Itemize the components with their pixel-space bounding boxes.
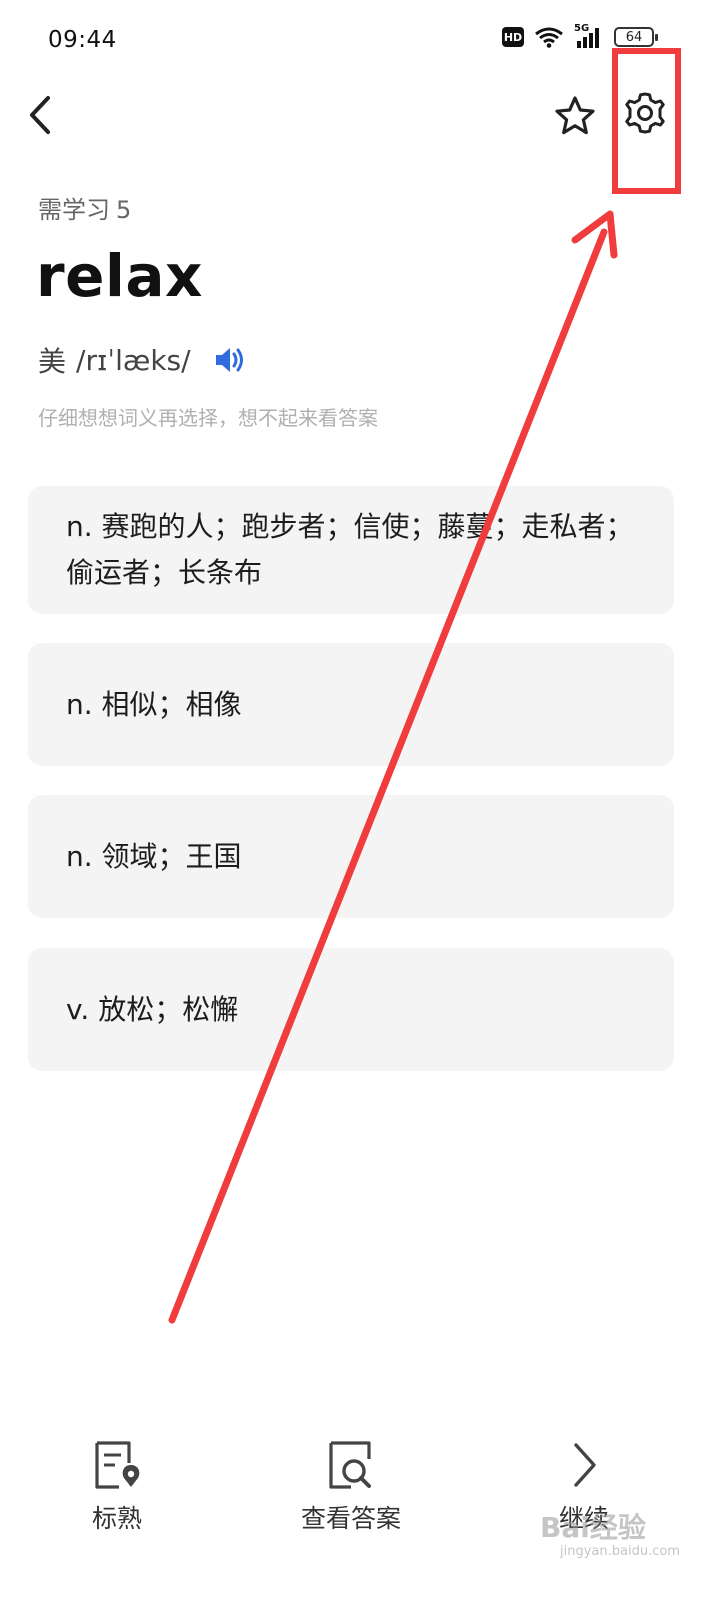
option-card-3[interactable]: n. 领域；王国	[28, 795, 674, 918]
study-count: 需学习 5	[38, 190, 131, 225]
watermark-subtext: jingyan.baidu.com	[560, 1544, 680, 1559]
status-time: 09:44	[48, 27, 117, 53]
study-count-label: 需学习	[38, 196, 110, 224]
back-button[interactable]	[24, 92, 64, 138]
annotation-highlight-box	[612, 48, 681, 194]
option-text: n. 领域；王国	[66, 839, 242, 873]
watermark-text: Bai经验	[540, 1511, 646, 1544]
view-answer-label: 查看答案	[300, 1504, 401, 1533]
speaker-icon[interactable]	[213, 343, 247, 377]
option-text: n. 相似；相像	[66, 687, 242, 721]
wifi-icon	[535, 27, 563, 48]
mark-known-icon	[95, 1441, 140, 1489]
mark-known-button[interactable]: 标熟	[37, 1435, 197, 1535]
accent-label: 美	[38, 345, 67, 378]
battery-icon: 64	[614, 27, 658, 47]
status-icons: HD 5G 64	[502, 23, 658, 48]
battery-level: 64	[625, 29, 643, 45]
watermark: Bai经验 jingyan.baidu.com	[540, 1500, 710, 1570]
cellular-signal-icon: 5G	[574, 23, 604, 48]
star-icon	[555, 96, 595, 135]
favorite-button[interactable]	[553, 94, 597, 138]
option-card-2[interactable]: n. 相似；相像	[28, 643, 674, 766]
option-text: v. 放松；松懈	[66, 992, 239, 1026]
view-answer-button[interactable]: 查看答案	[271, 1435, 431, 1535]
status-bar: 09:44 HD 5G 64	[0, 0, 716, 80]
option-text: n. 赛跑的人；跑步者；信使；藤蔓；走私者；偷运者；长条布	[66, 510, 634, 589]
hint-text: 仔细想想词义再选择，想不起来看答案	[38, 406, 378, 430]
phonetic-text: /rɪˈlæks/	[76, 343, 191, 377]
study-count-number: 5	[116, 196, 132, 224]
hd-icon: HD	[502, 27, 524, 47]
option-card-1[interactable]: n. 赛跑的人；跑步者；信使；藤蔓；走私者；偷运者；长条布	[28, 486, 674, 614]
phonetic-row: 美 /rɪˈlæks/	[38, 340, 247, 380]
chevron-right-icon	[574, 1443, 596, 1487]
mark-known-label: 标熟	[91, 1504, 142, 1533]
view-answer-icon	[329, 1441, 371, 1489]
word-title: relax	[36, 242, 203, 310]
chevron-left-icon	[30, 96, 50, 134]
option-card-4[interactable]: v. 放松；松懈	[28, 948, 674, 1071]
